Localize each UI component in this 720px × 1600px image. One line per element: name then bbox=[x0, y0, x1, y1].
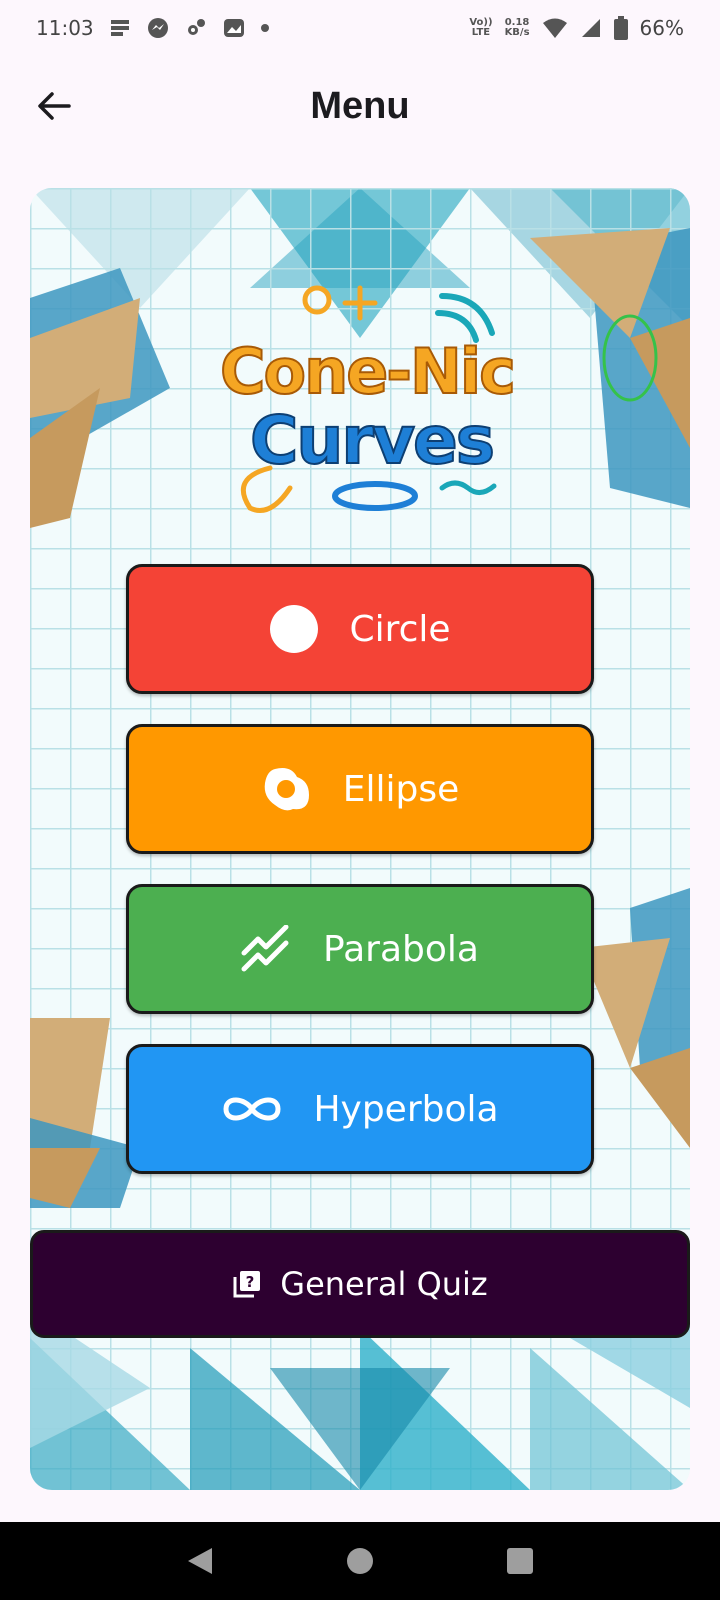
logo-line2: Curves bbox=[250, 402, 493, 479]
nav-recents-icon[interactable] bbox=[490, 1531, 550, 1591]
general-quiz-label: General Quiz bbox=[280, 1265, 488, 1303]
logo-line1: Cone-Nic bbox=[220, 335, 514, 408]
data-saver-icon bbox=[108, 16, 132, 40]
app-bar: Menu bbox=[0, 56, 720, 156]
circle-button-label: Circle bbox=[349, 608, 451, 650]
hyperbola-button-label: Hyperbola bbox=[313, 1088, 499, 1130]
page-title: Menu bbox=[310, 84, 410, 127]
parabola-button[interactable]: Parabola bbox=[126, 884, 594, 1014]
circle-icon bbox=[269, 604, 319, 654]
parabola-button-label: Parabola bbox=[323, 928, 479, 970]
signal-icon bbox=[580, 17, 602, 39]
status-time: 11:03 bbox=[36, 16, 94, 40]
battery-icon bbox=[613, 16, 628, 40]
ellipse-button[interactable]: Ellipse bbox=[126, 724, 594, 854]
ellipse-button-label: Ellipse bbox=[342, 768, 460, 810]
volte-indicator: Vo)) LTE bbox=[469, 17, 493, 38]
nav-home-icon[interactable] bbox=[330, 1531, 390, 1591]
circle-button[interactable]: Circle bbox=[126, 564, 594, 694]
svg-text:?: ? bbox=[246, 1273, 255, 1291]
network-speed: 0.18 KB/s bbox=[504, 17, 530, 38]
hyperbola-icon bbox=[221, 1093, 283, 1125]
app-logo: Cone-Nic Curves bbox=[219, 285, 517, 513]
hyperbola-button[interactable]: Hyperbola bbox=[126, 1044, 594, 1174]
wifi-icon bbox=[542, 17, 568, 39]
menu-card: Cone-Nic Curves Circle Ellipse Parabola … bbox=[30, 188, 690, 1490]
arrow-left-icon bbox=[37, 91, 71, 121]
status-bar: 11:03 Vo)) LTE 0.18 KB/s 66% bbox=[0, 0, 720, 56]
gallery-icon bbox=[222, 16, 246, 40]
ellipse-icon bbox=[261, 765, 313, 813]
messenger-icon bbox=[146, 16, 170, 40]
parabola-icon bbox=[241, 925, 293, 973]
back-button[interactable] bbox=[28, 80, 80, 132]
quiz-icon: ? bbox=[232, 1269, 262, 1299]
system-nav-bar bbox=[0, 1522, 720, 1600]
notification-dot-icon bbox=[260, 23, 270, 33]
battery-percent: 66% bbox=[639, 16, 684, 40]
nav-back-icon[interactable] bbox=[170, 1531, 230, 1591]
settings-sync-icon bbox=[184, 16, 208, 40]
general-quiz-button[interactable]: ? General Quiz bbox=[30, 1230, 690, 1338]
